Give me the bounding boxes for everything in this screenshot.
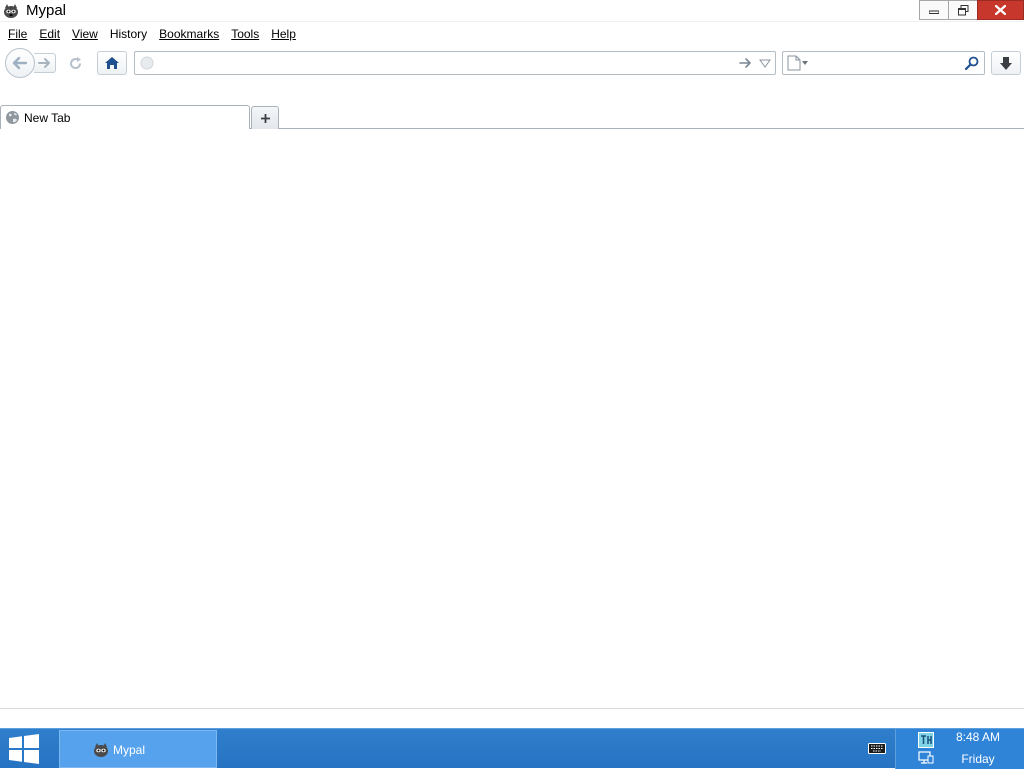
restore-button[interactable] — [948, 0, 977, 20]
page-content[interactable] — [0, 130, 1024, 708]
mypal-raccoon-icon — [94, 743, 108, 757]
forward-button[interactable] — [34, 53, 56, 73]
windows-logo-icon — [9, 734, 39, 764]
dropdown-arrow-icon[interactable] — [759, 57, 771, 69]
url-input[interactable] — [159, 54, 729, 72]
network-icon[interactable] — [918, 750, 934, 766]
close-icon — [995, 5, 1006, 15]
home-button[interactable] — [97, 51, 127, 75]
menu-edit[interactable]: Edit — [33, 24, 66, 44]
minimize-button[interactable] — [919, 0, 948, 20]
home-icon — [105, 57, 119, 69]
window-controls — [919, 0, 1024, 21]
menu-view[interactable]: View — [66, 24, 104, 44]
tray-app-icon[interactable] — [918, 732, 934, 748]
status-bar — [0, 708, 1024, 728]
menu-bar: File Edit View History Bookmarks Tools H… — [0, 23, 1024, 45]
tab-strip: New Tab — [0, 104, 1024, 129]
reload-icon — [69, 56, 81, 69]
search-engine-selector[interactable] — [787, 55, 813, 71]
taskbar-item-mypal[interactable]: Mypal — [59, 730, 217, 768]
identity-globe-icon[interactable] — [140, 56, 154, 70]
go-arrow-icon[interactable] — [739, 56, 753, 70]
download-arrow-icon — [1000, 56, 1012, 70]
plus-icon — [260, 113, 270, 123]
back-arrow-icon — [12, 56, 28, 70]
search-bar[interactable] — [782, 51, 985, 75]
menu-help-label: Help — [271, 27, 296, 41]
back-button[interactable] — [5, 48, 35, 78]
menu-tools-label: Tools — [231, 27, 260, 41]
reload-button[interactable] — [62, 51, 88, 75]
new-tab-button[interactable] — [251, 106, 279, 129]
navigation-toolbar — [0, 45, 1024, 81]
menu-view-label: View — [72, 27, 98, 41]
menu-help[interactable]: Help — [265, 24, 302, 44]
search-engine-page-icon — [787, 55, 801, 71]
search-input[interactable] — [817, 54, 957, 72]
url-bar[interactable] — [134, 51, 776, 75]
close-button[interactable] — [977, 0, 1024, 20]
globe-icon — [6, 111, 19, 124]
menu-bookmarks-label: Bookmarks — [159, 27, 220, 41]
minimize-icon — [929, 10, 939, 14]
magnifier-icon[interactable] — [964, 55, 980, 71]
menu-tools[interactable]: Tools — [225, 24, 265, 44]
menu-edit-label: Edit — [39, 27, 61, 41]
window-title: Mypal — [26, 2, 67, 19]
tab-new-tab[interactable]: New Tab — [0, 105, 250, 129]
taskbar-item-label: Mypal — [113, 743, 146, 757]
tab-label: New Tab — [24, 111, 71, 125]
chevron-down-icon — [802, 61, 808, 65]
taskbar: Mypal 8:48 AM Friday — [0, 728, 1024, 769]
menu-file[interactable]: File — [2, 24, 33, 44]
downloads-button[interactable] — [991, 51, 1021, 75]
window-titlebar[interactable]: Mypal — [0, 0, 1024, 22]
clock-time[interactable]: 8:48 AM — [948, 730, 1008, 744]
clock-day[interactable]: Friday — [948, 752, 1008, 766]
menu-history-label: History — [109, 27, 148, 41]
menu-bookmarks[interactable]: Bookmarks — [153, 24, 225, 44]
menu-file-label: File — [8, 27, 28, 41]
start-button[interactable] — [0, 729, 48, 769]
restore-icon — [957, 4, 968, 15]
menu-history[interactable]: History — [104, 24, 153, 44]
forward-arrow-icon — [37, 58, 50, 68]
mypal-raccoon-icon — [4, 4, 18, 18]
system-tray: 8:48 AM Friday — [895, 729, 1024, 769]
keyboard-icon[interactable] — [868, 741, 886, 755]
